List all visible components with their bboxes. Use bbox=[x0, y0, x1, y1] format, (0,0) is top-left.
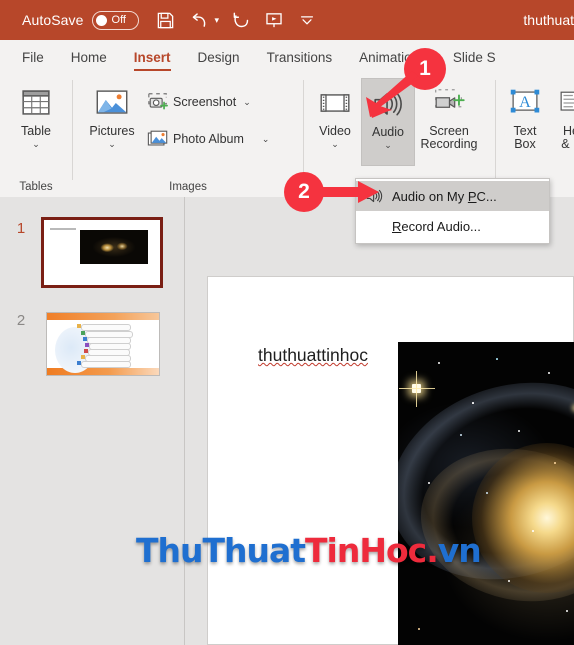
redo-icon[interactable] bbox=[230, 9, 252, 31]
thumbnail-title-placeholder bbox=[50, 228, 76, 230]
audio-dropdown-menu: Audio on My PC... Record Audio... bbox=[355, 178, 550, 244]
autosave-toggle[interactable]: Off bbox=[91, 10, 139, 30]
text-box-button[interactable]: A Text Box bbox=[498, 78, 552, 166]
autosave-label: AutoSave bbox=[22, 12, 84, 28]
list-item[interactable]: 1 bbox=[10, 217, 163, 288]
slide-thumbnail-2[interactable] bbox=[46, 312, 160, 376]
ribbon-group-tables: Table ⌄ Tables bbox=[0, 72, 72, 197]
screen-recording-button-label-line2: Recording bbox=[420, 137, 478, 151]
autosave-control[interactable]: AutoSave Off bbox=[22, 10, 139, 30]
ribbon-group-label-images: Images bbox=[169, 181, 207, 193]
menu-item-audio-on-my-pc-label: Audio on My PC... bbox=[392, 188, 497, 204]
thumbnail-galaxy-image bbox=[80, 230, 148, 264]
screenshot-button[interactable]: Screenshot ⌄ bbox=[146, 89, 251, 115]
tab-slide-show[interactable]: Slide S bbox=[453, 50, 496, 72]
audio-chevron-down-icon[interactable]: ⌄ bbox=[384, 140, 392, 151]
menu-item-audio-on-my-pc[interactable]: Audio on My PC... bbox=[356, 181, 549, 211]
current-slide[interactable]: thuthuattinhoc bbox=[207, 276, 574, 645]
photo-album-chevron-down-icon[interactable]: ⌄ bbox=[262, 134, 270, 145]
watermark: ThuThuatTinHoc.vn bbox=[136, 531, 482, 570]
photo-album-icon bbox=[146, 128, 170, 150]
slide-thumbnail-pane[interactable]: 1 2 bbox=[0, 197, 185, 645]
annotation-arrow-2 bbox=[312, 181, 379, 203]
photo-album-button-label: Photo Album bbox=[173, 132, 244, 146]
undo-icon[interactable] bbox=[188, 9, 210, 31]
thumbnail-slide2-content bbox=[47, 313, 159, 375]
watermark-part-1: ThuThuat bbox=[136, 531, 306, 570]
audio-button-label: Audio bbox=[372, 125, 404, 139]
tab-design[interactable]: Design bbox=[198, 50, 240, 72]
pictures-icon bbox=[92, 78, 132, 122]
tab-home[interactable]: Home bbox=[71, 50, 107, 72]
tab-file[interactable]: File bbox=[22, 50, 44, 72]
menu-item-record-audio-label: Record Audio... bbox=[392, 218, 481, 234]
screen-recording-button[interactable]: Screen Recording bbox=[416, 78, 482, 166]
menu-item-record-audio[interactable]: Record Audio... bbox=[356, 211, 549, 241]
svg-text:A: A bbox=[519, 94, 531, 111]
header-footer-button-label-line2: & F bbox=[561, 137, 574, 151]
watermark-part-2: TinHoc. bbox=[305, 531, 439, 570]
video-chevron-down-icon[interactable]: ⌄ bbox=[331, 139, 339, 150]
start-presentation-icon[interactable] bbox=[263, 9, 285, 31]
text-box-icon: A bbox=[505, 78, 545, 122]
customize-quick-access-toolbar-icon[interactable] bbox=[296, 9, 318, 31]
table-icon bbox=[17, 78, 55, 122]
pictures-chevron-down-icon[interactable]: ⌄ bbox=[108, 139, 116, 150]
autosave-state-label: Off bbox=[111, 14, 126, 26]
slide-thumbnail-1[interactable] bbox=[41, 217, 163, 288]
screenshot-icon bbox=[146, 91, 170, 113]
pictures-button-label: Pictures bbox=[89, 124, 135, 138]
screenshot-button-label: Screenshot bbox=[173, 95, 237, 109]
ribbon-group-images: Pictures ⌄ Screenshot ⌄ Photo Album ⌄ Im… bbox=[73, 72, 303, 197]
slide-galaxy-image[interactable] bbox=[398, 342, 574, 645]
ribbon-group-label-tables: Tables bbox=[19, 181, 53, 193]
autosave-toggle-knob bbox=[95, 14, 107, 26]
powerpoint-window: AutoSave Off ▾ thuthuat File Home Insert… bbox=[0, 0, 574, 645]
table-button-label: Table bbox=[21, 124, 51, 138]
list-item[interactable]: 2 bbox=[10, 312, 160, 376]
document-title: thuthuat bbox=[523, 12, 574, 28]
annotation-arrow-1 bbox=[366, 71, 420, 118]
tab-insert[interactable]: Insert bbox=[133, 50, 171, 72]
table-button[interactable]: Table ⌄ bbox=[9, 78, 63, 166]
slide-text-box[interactable]: thuthuattinhoc bbox=[258, 345, 368, 366]
thumbnail-number-1: 1 bbox=[16, 220, 26, 237]
screenshot-chevron-down-icon[interactable]: ⌄ bbox=[243, 97, 251, 108]
table-chevron-down-icon[interactable]: ⌄ bbox=[32, 139, 40, 150]
header-footer-button[interactable]: He & F bbox=[554, 78, 574, 166]
slide-text: thuthuattinhoc bbox=[258, 345, 368, 365]
title-bar: AutoSave Off ▾ thuthuat bbox=[0, 0, 574, 40]
watermark-part-3: vn bbox=[437, 531, 482, 570]
undo-dropdown-chevron-down-icon[interactable]: ▾ bbox=[215, 15, 220, 26]
header-footer-icon bbox=[556, 78, 574, 122]
pictures-button[interactable]: Pictures ⌄ bbox=[85, 78, 139, 166]
save-icon[interactable] bbox=[155, 9, 177, 31]
ribbon-tab-strip: File Home Insert Design Transitions Anim… bbox=[0, 40, 574, 72]
slide-edit-area[interactable]: thuthuattinhoc bbox=[185, 197, 574, 645]
video-button-label: Video bbox=[319, 124, 351, 138]
photo-album-button[interactable]: Photo Album ⌄ bbox=[146, 126, 296, 152]
quick-access-toolbar: ▾ bbox=[155, 9, 319, 31]
tab-transitions[interactable]: Transitions bbox=[267, 50, 333, 72]
thumbnail-number-2: 2 bbox=[16, 312, 26, 329]
text-box-button-label-line2: Box bbox=[514, 137, 536, 151]
